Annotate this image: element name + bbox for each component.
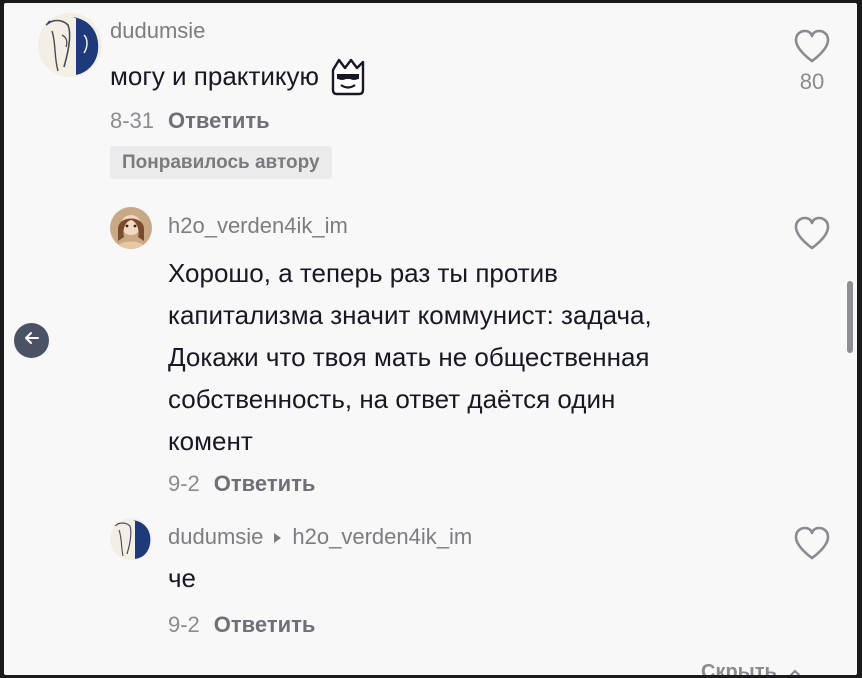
like-heart-icon[interactable] (793, 28, 831, 69)
reply-button[interactable]: Ответить (214, 471, 316, 496)
like-heart-icon[interactable] (793, 525, 831, 566)
comment-text: че (168, 563, 197, 593)
liked-by-author-badge: Понравилось автору (110, 146, 332, 179)
scrollbar[interactable] (847, 281, 853, 353)
comment-username[interactable]: dudumsie (110, 18, 205, 44)
like-heart-icon[interactable] (793, 215, 831, 256)
hide-replies-label: Скрыть (701, 661, 777, 675)
comment-username[interactable]: dudumsie (168, 524, 263, 550)
comments-screen: dudumsie могу и практикую 8-31 Ответить П… (4, 3, 857, 675)
avatar[interactable] (110, 518, 152, 560)
comment-date: 8-31 (110, 108, 155, 133)
reply-button[interactable]: Ответить (214, 612, 316, 637)
reply-button[interactable]: Ответить (168, 108, 270, 133)
comment-text-line: Докажи что твоя мать не общественная (168, 342, 650, 372)
comment-text-content: могу и практикую (110, 60, 320, 91)
comment-date: 9-2 (168, 612, 200, 637)
comment-meta: 9-2 Ответить (168, 471, 315, 497)
back-button[interactable] (14, 323, 49, 358)
comment-text-line: капитализма значит коммунист: задача, (168, 300, 652, 330)
comment-text-line: комент (168, 426, 253, 456)
reply-header: dudumsie h2o_verden4ik_im (168, 524, 472, 550)
comment-text-line: собственность, на ответ даётся один (168, 384, 616, 414)
sunglasses-smile-emoji (329, 56, 367, 96)
comment-username[interactable]: h2o_verden4ik_im (168, 213, 348, 239)
comment-text: Хорошо, а теперь раз ты против капитализ… (168, 252, 652, 462)
arrow-left-icon (24, 331, 40, 350)
comment-meta: 9-2 Ответить (168, 612, 315, 638)
reply-to-username[interactable]: h2o_verden4ik_im (292, 524, 472, 550)
triangle-right-icon (273, 524, 282, 550)
comment-text-line: Хорошо, а теперь раз ты против (168, 258, 558, 288)
like-count: 80 (799, 69, 825, 94)
comment-text: могу и практикую (110, 56, 367, 96)
comment-date: 9-2 (168, 471, 200, 496)
hide-replies-link[interactable]: Скрыть (701, 661, 802, 675)
avatar[interactable] (110, 207, 152, 249)
comment-meta: 8-31 Ответить (110, 108, 270, 134)
avatar[interactable] (38, 13, 102, 77)
chevron-up-icon (788, 661, 802, 675)
